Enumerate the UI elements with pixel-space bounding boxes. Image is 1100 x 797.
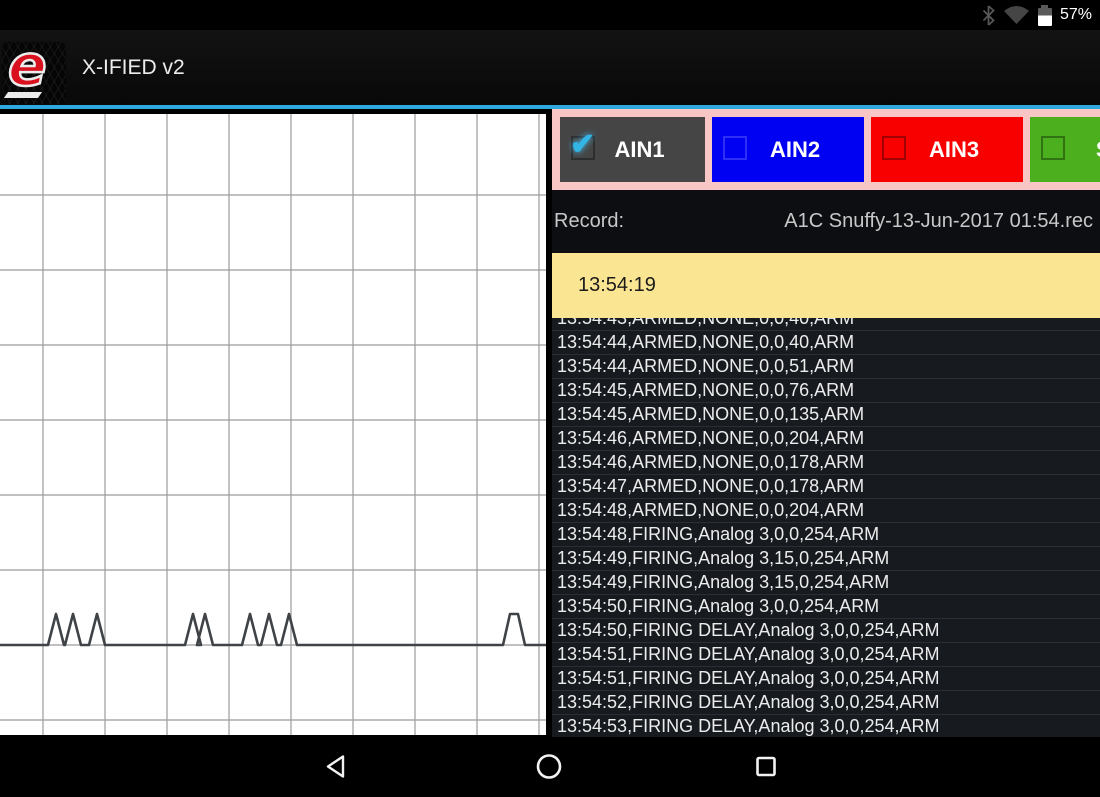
app-bar: e X-IFIED v2	[0, 30, 1100, 105]
android-nav-bar	[0, 740, 1100, 797]
event-log-list[interactable]: 13:54:43,ARMED,NONE,0,0,40,ARM 13:54:44,…	[552, 318, 1100, 737]
signal-chart	[0, 114, 546, 735]
battery-icon	[1037, 4, 1052, 26]
log-row[interactable]: 13:54:48,FIRING,Analog 3,0,0,254,ARM	[552, 523, 1100, 547]
ain2-checkbox: ✔	[723, 136, 747, 160]
record-row: Record: A1C Snuffy-13-Jun-2017 01:54.rec	[552, 190, 1100, 253]
log-row[interactable]: 13:54:44,ARMED,NONE,0,0,40,ARM	[552, 331, 1100, 355]
ain3-checkbox: ✔	[882, 136, 906, 160]
channel-label: AIN2	[769, 136, 821, 162]
ain1-checkbox: ✔	[570, 128, 595, 161]
app-title: X-IFIED v2	[82, 56, 185, 79]
log-row[interactable]: 13:54:49,FIRING,Analog 3,15,0,254,ARM	[552, 571, 1100, 595]
log-row[interactable]: 13:54:53,FIRING DELAY,Analog 3,0,0,254,A…	[552, 715, 1100, 737]
back-icon[interactable]	[325, 753, 347, 784]
wifi-icon	[1003, 5, 1030, 26]
check-icon: ✔	[570, 128, 596, 161]
log-row[interactable]: 13:54:50,FIRING,Analog 3,0,0,254,ARM	[552, 595, 1100, 619]
record-label: Record:	[554, 210, 625, 232]
status-checkbox: ✔	[1041, 136, 1065, 160]
event-log-scroll: 13:54:43,ARMED,NONE,0,0,40,ARM 13:54:44,…	[552, 318, 1100, 737]
record-filename[interactable]: A1C Snuffy-13-Jun-2017 01:54.rec	[784, 210, 1093, 233]
channel-button-ain2[interactable]: ✔ AIN2	[712, 117, 864, 182]
selected-time-row[interactable]: 13:54:19	[552, 253, 1100, 318]
channel-label: Sta	[1082, 137, 1100, 163]
log-row[interactable]: 13:54:48,ARMED,NONE,0,0,204,ARM	[552, 499, 1100, 523]
signal-trace-svg	[0, 114, 546, 735]
status-bar: 57%	[0, 0, 1100, 30]
log-row[interactable]: 13:54:47,ARMED,NONE,0,0,178,ARM	[552, 475, 1100, 499]
logo-letter: e	[7, 42, 48, 100]
log-row[interactable]: 13:54:49,FIRING,Analog 3,15,0,254,ARM	[552, 547, 1100, 571]
channel-button-ain1[interactable]: ✔ AIN1	[560, 117, 705, 182]
channel-button-status[interactable]: ✔ Sta	[1030, 117, 1100, 182]
bluetooth-icon	[982, 4, 995, 26]
selected-time-value: 13:54:19	[578, 274, 656, 296]
channel-label: AIN3	[928, 136, 980, 162]
log-row[interactable]: 13:54:46,ARMED,NONE,0,0,178,ARM	[552, 451, 1100, 475]
log-row[interactable]: 13:54:51,FIRING DELAY,Analog 3,0,0,254,A…	[552, 643, 1100, 667]
log-row[interactable]: 13:54:51,FIRING DELAY,Analog 3,0,0,254,A…	[552, 667, 1100, 691]
log-row[interactable]: 13:54:46,ARMED,NONE,0,0,204,ARM	[552, 427, 1100, 451]
home-icon[interactable]	[535, 752, 563, 785]
logo-swoosh	[3, 92, 43, 98]
channel-label: AIN1	[614, 136, 665, 162]
app-logo: e	[2, 42, 66, 104]
log-row[interactable]: 13:54:52,FIRING DELAY,Analog 3,0,0,254,A…	[552, 691, 1100, 715]
log-row[interactable]: 13:54:45,ARMED,NONE,0,0,76,ARM	[552, 379, 1100, 403]
log-row[interactable]: 13:54:43,ARMED,NONE,0,0,40,ARM	[552, 318, 1100, 331]
channel-button-ain3[interactable]: ✔ AIN3	[871, 117, 1023, 182]
log-row[interactable]: 13:54:44,ARMED,NONE,0,0,51,ARM	[552, 355, 1100, 379]
channel-button-bar: ✔ AIN1 ✔ AIN2 ✔ AIN3 ✔ Sta	[552, 109, 1100, 190]
screen: 57% e X-IFIED v2 ✔ AIN1 ✔ AIN2 ✔	[0, 0, 1100, 797]
recents-icon[interactable]	[755, 755, 777, 782]
log-row[interactable]: 13:54:50,FIRING DELAY,Analog 3,0,0,254,A…	[552, 619, 1100, 643]
battery-percent: 57%	[1059, 6, 1092, 23]
log-row[interactable]: 13:54:45,ARMED,NONE,0,0,135,ARM	[552, 403, 1100, 427]
